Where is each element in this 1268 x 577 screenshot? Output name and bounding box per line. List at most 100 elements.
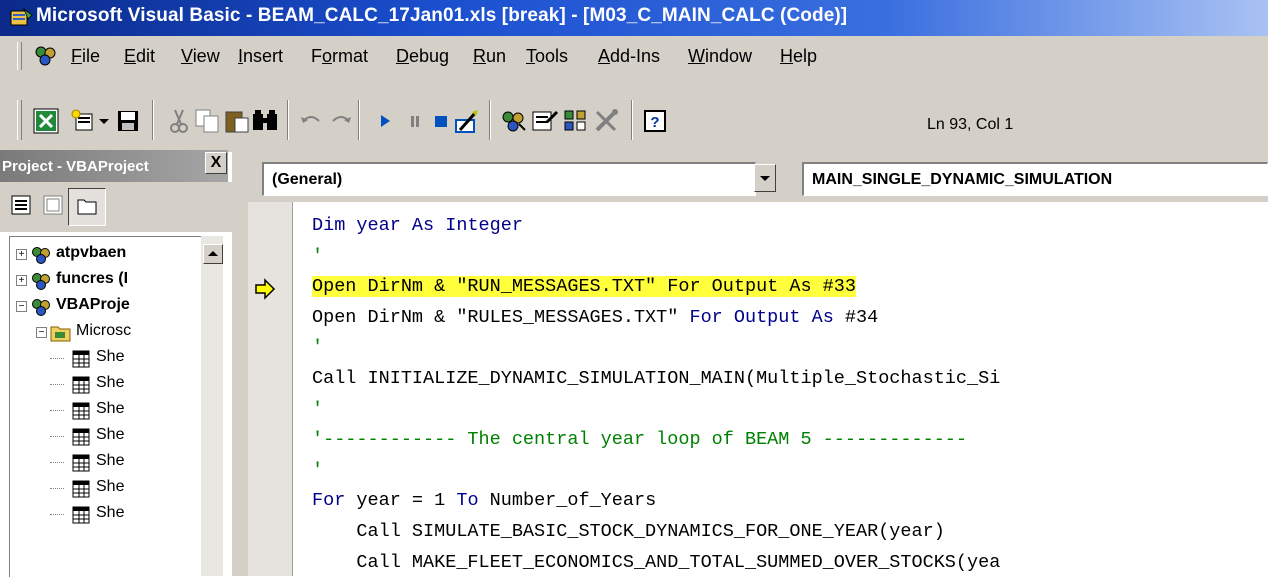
excel-icon[interactable] — [31, 106, 61, 136]
design-mode-icon[interactable] — [452, 106, 482, 136]
undo-icon[interactable] — [296, 106, 326, 136]
redo-icon[interactable] — [326, 106, 356, 136]
code-text: Call INITIALIZE_DYNAMIC_SIMULATION_MAIN(… — [312, 368, 1000, 389]
code-token: Call SIMULATE_BASIC_STOCK_DYNAMICS_FOR_O… — [312, 521, 945, 542]
properties-icon[interactable] — [530, 106, 560, 136]
tree-node-label: She — [96, 374, 125, 391]
code-line[interactable]: Call INITIALIZE_DYNAMIC_SIMULATION_MAIN(… — [312, 365, 1000, 393]
tree-node[interactable]: She — [10, 399, 210, 423]
dropdown-arrow-icon[interactable] — [96, 106, 112, 136]
vba-app-icon — [10, 7, 33, 26]
find-icon[interactable] — [250, 106, 280, 136]
menu-window[interactable]: Window — [688, 46, 752, 67]
expand-icon[interactable]: + — [16, 249, 27, 260]
tree-node-label: She — [96, 348, 125, 365]
vba-project-icon — [32, 247, 50, 264]
menu-insert[interactable]: Insert — [238, 46, 283, 67]
tree-node[interactable]: She — [10, 347, 210, 371]
vba-system-menu-icon[interactable] — [33, 44, 59, 68]
toolbar-grip[interactable] — [17, 100, 22, 140]
tree-node[interactable]: + atpvbaen — [10, 243, 210, 267]
code-line[interactable]: '------------ The central year loop of B… — [312, 426, 967, 454]
comment-token: ' — [312, 459, 324, 481]
code-text: Call SIMULATE_BASIC_STOCK_DYNAMICS_FOR_O… — [312, 521, 945, 542]
cut-icon[interactable] — [164, 106, 194, 136]
expand-icon[interactable]: + — [16, 275, 27, 286]
toolbox-icon[interactable] — [592, 106, 622, 136]
menu-edit[interactable]: Edit — [124, 46, 155, 67]
help-icon[interactable]: ? — [640, 106, 670, 136]
toggle-folders-button[interactable] — [68, 188, 106, 226]
tree-node[interactable]: She — [10, 425, 210, 449]
procedure-combo[interactable]: MAIN_SINGLE_DYNAMIC_SIMULATION — [802, 162, 1268, 196]
worksheet-icon — [72, 480, 90, 498]
object-combo-dropdown[interactable] — [754, 164, 776, 192]
code-line[interactable]: ' — [312, 334, 323, 362]
menu-file[interactable]: File — [71, 46, 100, 67]
cursor-position: Ln 93, Col 1 — [927, 116, 1014, 133]
code-line[interactable]: Call MAKE_FLEET_ECONOMICS_AND_TOTAL_SUMM… — [312, 549, 1000, 577]
code-text: ' — [312, 246, 323, 267]
view-code-icon[interactable] — [6, 190, 36, 220]
code-text: ' — [312, 337, 323, 358]
menu-add-ins[interactable]: Add-Ins — [598, 46, 660, 67]
project-explorer-icon[interactable] — [498, 106, 528, 136]
tree-node[interactable]: She — [10, 373, 210, 397]
worksheet-icon — [72, 506, 90, 524]
menu-view[interactable]: View — [181, 46, 220, 67]
tree-node-label: She — [96, 478, 125, 495]
code-text: Call MAKE_FLEET_ECONOMICS_AND_TOTAL_SUMM… — [312, 552, 1000, 573]
code-text: ' — [312, 399, 323, 420]
tree-node[interactable]: − Microsc — [10, 321, 210, 345]
code-line[interactable]: For year = 1 To Number_of_Years — [312, 487, 656, 515]
menu-debug[interactable]: Debug — [396, 46, 449, 67]
tree-connector — [50, 462, 64, 463]
code-margin[interactable] — [248, 202, 293, 576]
close-icon[interactable]: X — [205, 152, 227, 174]
tree-node[interactable]: She — [10, 477, 210, 501]
collapse-icon[interactable]: − — [36, 327, 47, 338]
menu-format[interactable]: Format — [311, 46, 368, 67]
keyword-token: For — [312, 490, 357, 512]
paste-icon[interactable] — [222, 106, 252, 136]
object-combo[interactable]: (General) — [262, 162, 756, 196]
save-icon[interactable] — [113, 106, 143, 136]
object-browser-icon[interactable] — [561, 106, 591, 136]
pane-splitter[interactable] — [232, 150, 248, 576]
insert-module-icon[interactable] — [68, 106, 98, 136]
code-token: Number_of_Years — [489, 490, 657, 512]
scroll-up-button[interactable] — [203, 244, 223, 264]
project-tree[interactable]: + atpvbaen + funcres (I − VBAProje − Microsc She… — [9, 236, 222, 577]
project-pane-title-text: Project - VBAProject — [2, 158, 149, 175]
menu-help[interactable]: Help — [780, 46, 817, 67]
code-line[interactable]: Open DirNm & "RULES_MESSAGES.TXT" For Ou… — [312, 304, 878, 332]
tree-node[interactable]: She — [10, 503, 210, 527]
code-text: Open DirNm & "RULES_MESSAGES.TXT" For Ou… — [312, 307, 878, 328]
tree-node[interactable]: She — [10, 451, 210, 475]
tree-node[interactable]: − VBAProje — [10, 295, 210, 319]
code-line[interactable]: Open DirNm & "RUN_MESSAGES.TXT" For Outp… — [312, 273, 856, 301]
project-toolbar — [0, 182, 232, 232]
menu-tools[interactable]: Tools — [526, 46, 568, 67]
project-pane-title[interactable]: Project - VBAProject — [0, 150, 228, 182]
code-token: #34 — [844, 306, 879, 328]
tree-node[interactable]: + funcres (I — [10, 269, 210, 293]
vba-project-icon — [32, 299, 50, 316]
title-bar[interactable]: Microsoft Visual Basic - BEAM_CALC_17Jan… — [0, 0, 1268, 36]
code-line[interactable]: ' — [312, 396, 323, 424]
copy-icon[interactable] — [192, 106, 222, 136]
code-text: For year = 1 To Number_of_Years — [312, 490, 656, 511]
menu-grip[interactable] — [17, 42, 22, 70]
keyword-token: As — [411, 215, 446, 236]
tree-node-label: Microsc — [76, 322, 132, 339]
code-line[interactable]: Call SIMULATE_BASIC_STOCK_DYNAMICS_FOR_O… — [312, 518, 945, 546]
collapse-icon[interactable]: − — [16, 301, 27, 312]
vba-project-icon — [32, 273, 50, 290]
menu-run[interactable]: Run — [473, 46, 506, 67]
run-icon[interactable] — [370, 106, 400, 136]
code-line[interactable]: ' — [312, 243, 323, 271]
project-scrollbar[interactable] — [201, 236, 223, 576]
code-line[interactable]: ' — [312, 457, 323, 485]
code-line[interactable]: Dim year As Integer — [312, 212, 523, 240]
view-object-icon[interactable] — [38, 190, 68, 220]
